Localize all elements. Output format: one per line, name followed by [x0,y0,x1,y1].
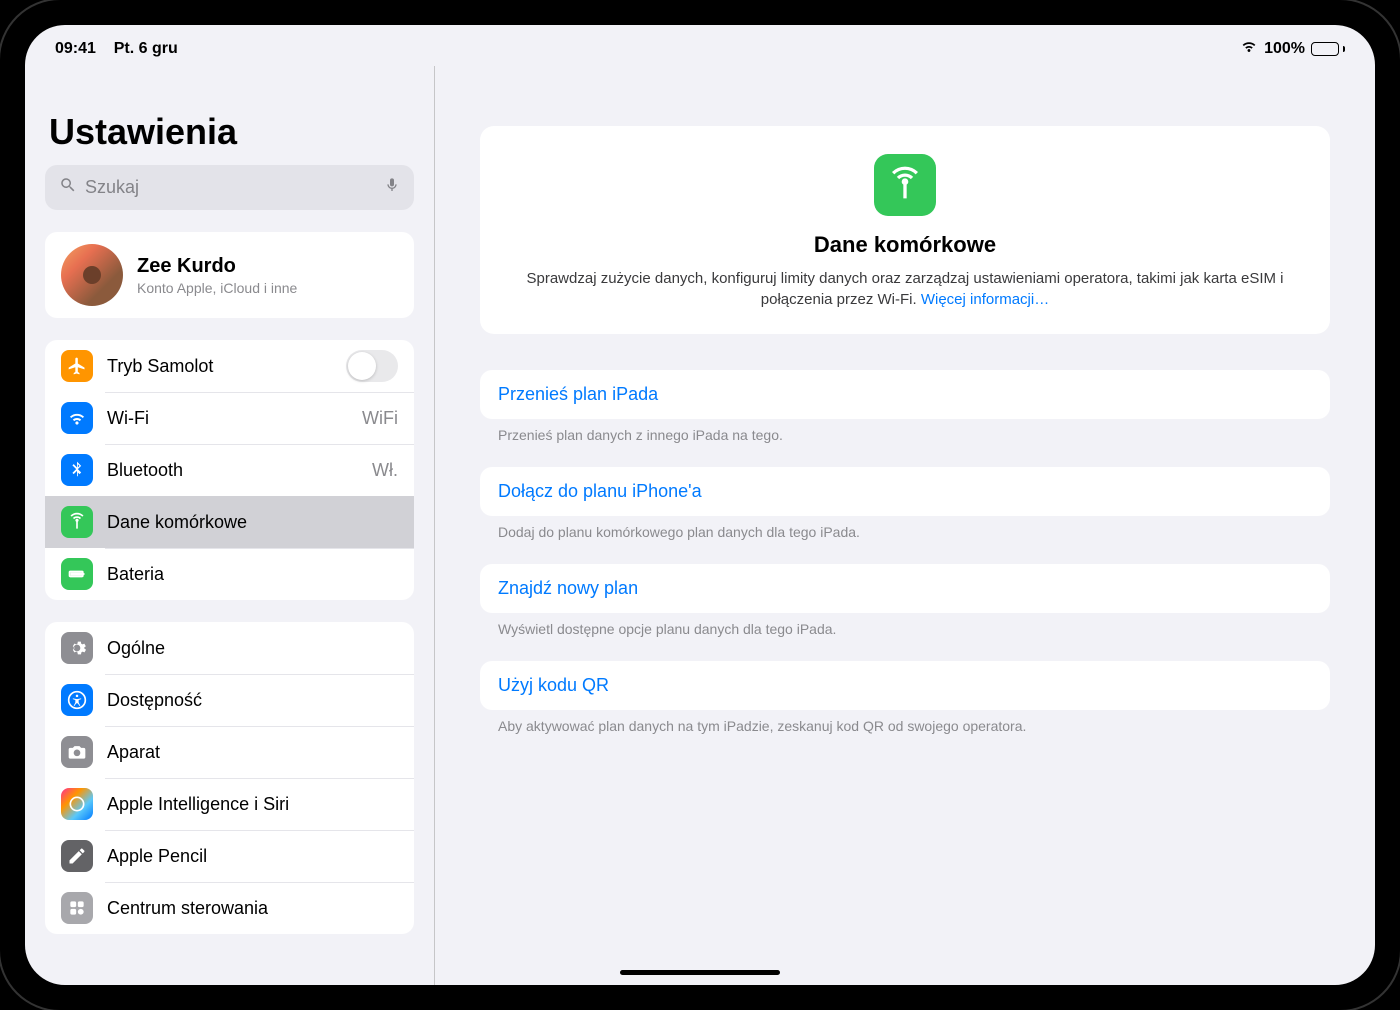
sidebar-item-siri[interactable]: Apple Intelligence i Siri [45,778,414,830]
hero-card: Dane komórkowe Sprawdzaj zużycie danych,… [480,126,1330,334]
option-title: Dołącz do planu iPhone'a [498,481,1312,502]
sidebar-item-wifi[interactable]: Wi-Fi WiFi [45,392,414,444]
sidebar-item-label: Tryb Samolot [107,356,332,377]
battery-row-icon [61,558,93,590]
settings-group-2: Ogólne Dostępność Aparat [45,622,414,934]
sidebar-item-accessibility[interactable]: Dostępność [45,674,414,726]
sidebar-item-label: Bateria [107,564,398,585]
battery-icon [1311,42,1345,56]
search-input[interactable] [85,177,376,198]
account-row[interactable]: Zee Kurdo Konto Apple, iCloud i inne [45,232,414,318]
camera-icon [61,736,93,768]
hero-desc-text: Sprawdzaj zużycie danych, konfiguruj lim… [527,270,1284,308]
wifi-icon [1240,37,1258,60]
status-left: 09:41 Pt. 6 gru [55,40,178,58]
sidebar-item-cellular[interactable]: Dane komórkowe [45,496,414,548]
option-desc: Wyświetl dostępne opcje planu danych dla… [480,613,1330,661]
home-indicator[interactable] [620,970,780,975]
option-find-plan[interactable]: Znajdź nowy plan [480,564,1330,613]
cellular-icon [61,506,93,538]
account-name: Zee Kurdo [137,255,297,278]
sidebar-item-camera[interactable]: Aparat [45,726,414,778]
siri-icon [61,788,93,820]
bluetooth-value: Wł. [372,460,398,481]
sidebar-item-label: Ogólne [107,638,398,659]
screen: 09:41 Pt. 6 gru 100% Ustawienia [25,25,1375,985]
status-bar: 09:41 Pt. 6 gru 100% [25,25,1375,66]
sidebar-item-label: Aparat [107,742,398,763]
airplane-toggle[interactable] [346,350,398,382]
option-join-iphone[interactable]: Dołącz do planu iPhone'a [480,467,1330,516]
account-subtitle: Konto Apple, iCloud i inne [137,280,297,296]
wifi-row-icon [61,402,93,434]
sidebar-item-label: Wi-Fi [107,408,348,429]
option-title: Znajdź nowy plan [498,578,1312,599]
sidebar-item-label: Apple Intelligence i Siri [107,794,398,815]
avatar [61,244,123,306]
content-area: Ustawienia Zee Kurdo Kont [25,66,1375,985]
sidebar[interactable]: Ustawienia Zee Kurdo Kont [25,66,435,985]
pencil-icon [61,840,93,872]
option-title: Przenieś plan iPada [498,384,1312,405]
status-time: 09:41 [55,40,96,57]
sidebar-item-label: Bluetooth [107,460,358,481]
ipad-frame: 09:41 Pt. 6 gru 100% Ustawienia [0,0,1400,1010]
settings-group-1: Tryb Samolot Wi-Fi WiFi B [45,340,414,600]
sidebar-item-pencil[interactable]: Apple Pencil [45,830,414,882]
sidebar-item-label: Centrum sterowania [107,898,398,919]
account-card[interactable]: Zee Kurdo Konto Apple, iCloud i inne [45,232,414,318]
controlcenter-icon [61,892,93,924]
sidebar-item-label: Apple Pencil [107,846,398,867]
hero-cellular-icon [874,154,936,216]
option-desc: Przenieś plan danych z innego iPada na t… [480,419,1330,467]
wifi-value: WiFi [362,408,398,429]
sidebar-item-label: Dane komórkowe [107,512,398,533]
option-qr-code[interactable]: Użyj kodu QR [480,661,1330,710]
sidebar-item-general[interactable]: Ogólne [45,622,414,674]
hero-desc: Sprawdzaj zużycie danych, konfiguruj lim… [520,268,1290,310]
more-info-link[interactable]: Więcej informacji… [921,291,1049,308]
hero-title: Dane komórkowe [520,232,1290,258]
option-desc: Dodaj do planu komórkowego plan danych d… [480,516,1330,564]
status-date: Pt. 6 gru [114,40,178,57]
mic-icon[interactable] [384,175,400,200]
bluetooth-icon [61,454,93,486]
sidebar-item-label: Dostępność [107,690,398,711]
detail-panel[interactable]: Dane komórkowe Sprawdzaj zużycie danych,… [435,66,1375,985]
battery-pct: 100% [1264,40,1305,58]
search-icon [59,176,77,199]
sidebar-item-airplane[interactable]: Tryb Samolot [45,340,414,392]
sidebar-item-battery[interactable]: Bateria [45,548,414,600]
option-desc: Aby aktywować plan danych na tym iPadzie… [480,710,1330,758]
gear-icon [61,632,93,664]
airplane-icon [61,350,93,382]
option-title: Użyj kodu QR [498,675,1312,696]
page-title: Ustawienia [45,66,414,165]
sidebar-item-controlcenter[interactable]: Centrum sterowania [45,882,414,934]
accessibility-icon [61,684,93,716]
sidebar-item-bluetooth[interactable]: Bluetooth Wł. [45,444,414,496]
search-bar[interactable] [45,165,414,210]
status-right: 100% [1240,37,1345,60]
option-transfer[interactable]: Przenieś plan iPada [480,370,1330,419]
